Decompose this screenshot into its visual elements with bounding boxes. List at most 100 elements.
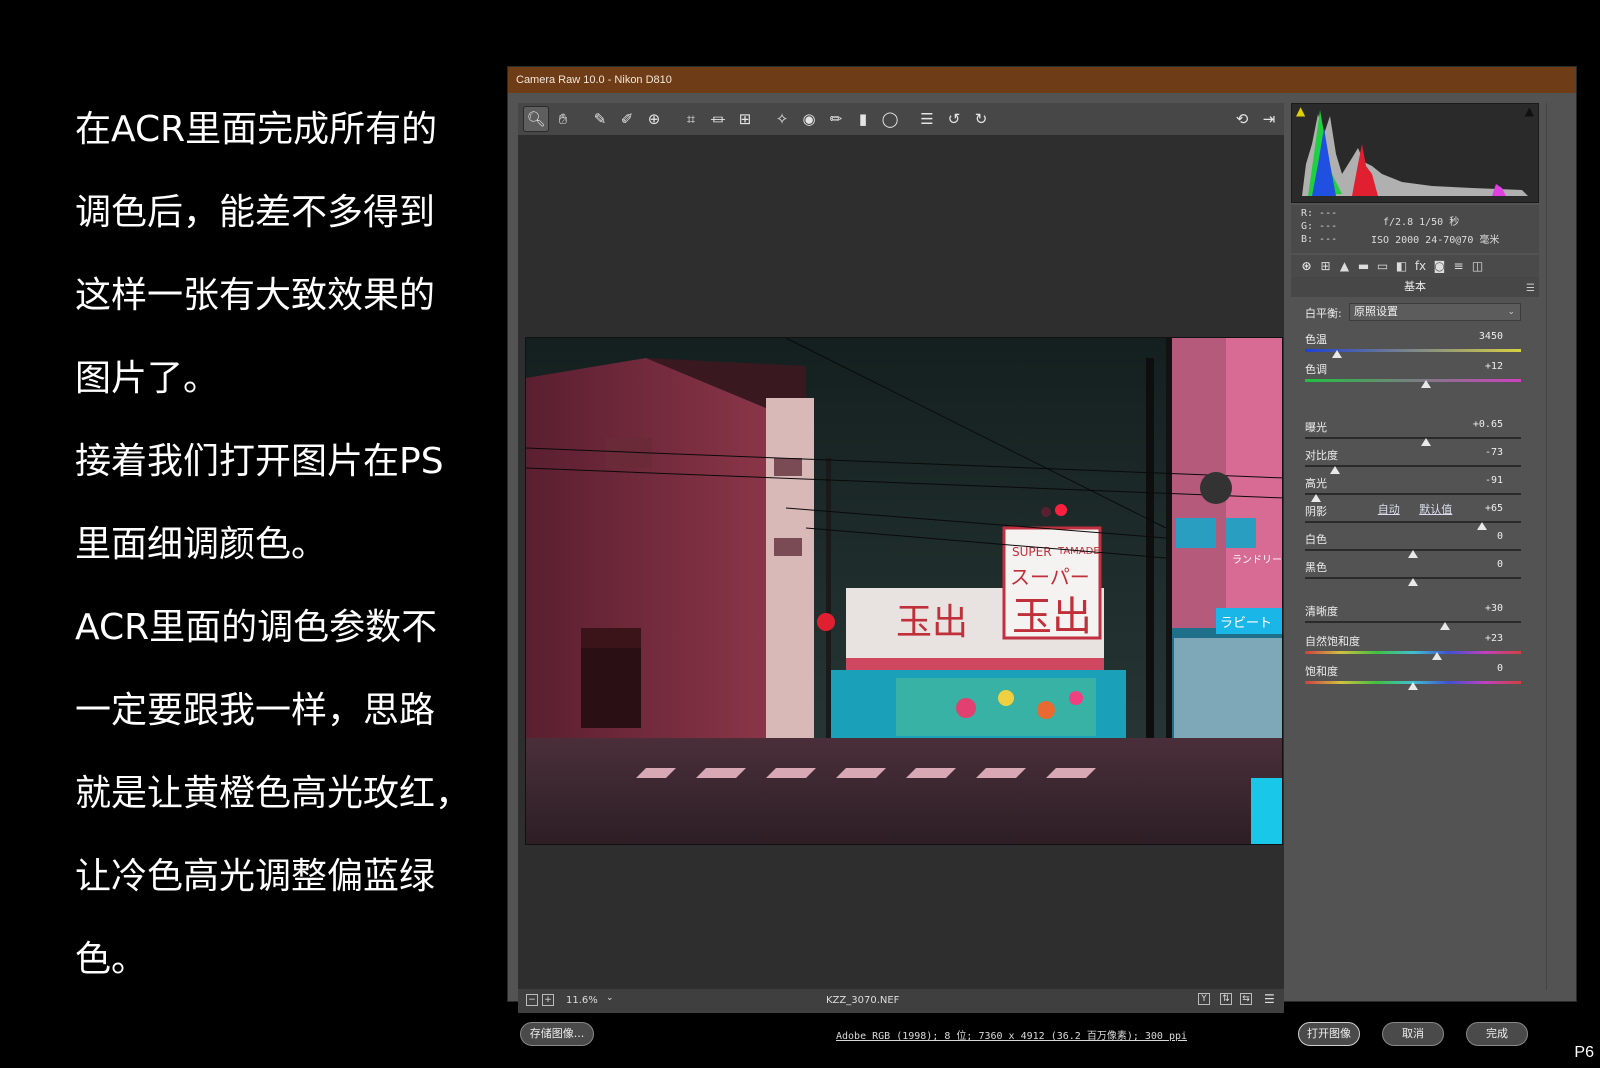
slider-value[interactable]: -73: [1485, 447, 1503, 458]
presets-tab-icon[interactable]: ≡: [1449, 259, 1468, 273]
slider-row: 清晰度 +30: [1305, 603, 1521, 631]
white-balance-select[interactable]: 原照设置 ⌄: [1349, 303, 1521, 321]
default-button[interactable]: 默认值: [1419, 503, 1452, 516]
snapshots-tab-icon[interactable]: ◫: [1468, 259, 1487, 273]
view-toggle-button[interactable]: Y: [1198, 993, 1210, 1005]
tone-curve-tab-icon[interactable]: ⊞: [1316, 259, 1335, 273]
graduated-filter-icon[interactable]: ▮: [851, 107, 875, 131]
hsl-tab-icon[interactable]: ▬: [1354, 259, 1373, 273]
slider-label: 色调: [1305, 363, 1327, 376]
auto-default-row: 自动 默认值: [1291, 501, 1539, 517]
slider-track[interactable]: [1305, 621, 1521, 623]
slider-thumb[interactable]: [1332, 350, 1343, 358]
window-title: Camera Raw 10.0 - Nikon D810: [508, 67, 1576, 93]
done-button[interactable]: 完成: [1466, 1022, 1528, 1046]
slider-value[interactable]: 0: [1497, 663, 1503, 674]
blue-sign-text: ラビート: [1220, 616, 1272, 631]
slider-track[interactable]: [1305, 437, 1521, 439]
slider-label: 色温: [1305, 333, 1327, 346]
spot-removal-icon[interactable]: ✧: [770, 107, 794, 131]
slider-track[interactable]: [1305, 493, 1521, 495]
auto-button[interactable]: 自动: [1378, 503, 1400, 516]
swap-icon[interactable]: ⇅: [1220, 993, 1232, 1005]
rotate-left-icon[interactable]: ↺: [942, 107, 966, 131]
basic-tab-icon[interactable]: ⊛: [1297, 259, 1316, 273]
lens-tab-icon[interactable]: ◧: [1392, 259, 1411, 273]
zoom-icon[interactable]: 🔍︎: [523, 106, 549, 132]
save-image-button[interactable]: 存储图像...: [520, 1022, 594, 1046]
slider-thumb[interactable]: [1431, 652, 1442, 660]
chevron-down-icon: ⌄: [1507, 307, 1515, 317]
slider-value[interactable]: 0: [1497, 559, 1503, 570]
slider-track[interactable]: [1305, 379, 1521, 382]
workflow-options-link[interactable]: Adobe RGB (1998); 8 位; 7360 x 4912 (36.2…: [836, 1027, 1187, 1042]
file-name: KZZ_3070.NEF: [826, 995, 900, 1006]
rotate-right-icon[interactable]: ↻: [969, 107, 993, 131]
zoom-dropdown-icon[interactable]: ⌄: [606, 993, 614, 1003]
red-eye-icon[interactable]: ◉: [797, 107, 821, 131]
slider-thumb[interactable]: [1330, 466, 1341, 474]
exif-info: R: --- G: --- B: --- f/2.8 1/50 秒 ISO 20…: [1291, 205, 1539, 253]
view-settings-icon[interactable]: ☰: [1264, 992, 1275, 1006]
preview-area[interactable]: ラビート ランドリー SUPER TAMADE スーパー 玉出 玉出: [518, 135, 1284, 990]
slider-label: 高光: [1305, 477, 1327, 490]
effects-tab-icon[interactable]: fx: [1411, 259, 1430, 273]
slider-thumb[interactable]: [1408, 550, 1418, 558]
export-icon[interactable]: ⇥: [1257, 107, 1281, 131]
slider-row: 饱和度 0: [1305, 663, 1521, 691]
detail-tab-icon[interactable]: ▲: [1335, 259, 1354, 273]
slider-row: 曝光 +0.65: [1305, 419, 1521, 447]
crop-icon[interactable]: ⌗: [679, 107, 703, 131]
open-image-button[interactable]: 打开图像: [1298, 1022, 1360, 1046]
slider-row: 色调 +12: [1305, 361, 1521, 389]
slider-value[interactable]: +23: [1485, 633, 1503, 644]
slider-value[interactable]: +30: [1485, 603, 1503, 614]
cancel-button[interactable]: 取消: [1382, 1022, 1444, 1046]
split-toning-tab-icon[interactable]: ▭: [1373, 259, 1392, 273]
slider-thumb[interactable]: [1440, 622, 1451, 630]
narration-line: 在ACR里面完成所有的: [75, 109, 438, 150]
preferences-icon[interactable]: ☰: [915, 107, 939, 131]
slider-thumb[interactable]: [1408, 578, 1418, 586]
slider-row: 黑色 0: [1305, 559, 1521, 587]
radial-filter-icon[interactable]: ◯: [878, 107, 902, 131]
aperture-shutter: f/2.8 1/50 秒: [1383, 217, 1460, 228]
slider-value[interactable]: +12: [1485, 361, 1503, 372]
slider-value[interactable]: 3450: [1479, 331, 1503, 342]
transform-icon[interactable]: ⊞: [733, 107, 757, 131]
adjustment-panel: ▲ ▲ R: --- G: --- B: --- f/2.8 1/50 秒 IS…: [1291, 103, 1539, 990]
right-edge-strip: [1546, 103, 1576, 990]
toggle-fullscreen-icon[interactable]: ⟲: [1230, 107, 1254, 131]
zoom-out-icon[interactable]: −: [526, 994, 538, 1006]
zoom-in-icon[interactable]: +: [542, 994, 554, 1006]
white-balance-value: 原照设置: [1354, 305, 1398, 318]
white-balance-icon[interactable]: ✎: [588, 107, 612, 131]
copy-settings-icon[interactable]: ⇆: [1240, 993, 1252, 1005]
narration-line: 图片了。: [75, 358, 220, 399]
slider-label: 对比度: [1305, 449, 1338, 462]
katakana-sign-text: スーパー: [1010, 565, 1090, 589]
left-sign-text: 玉出: [896, 602, 968, 643]
slider-track[interactable]: [1305, 521, 1521, 523]
slider-label: 曝光: [1305, 421, 1327, 434]
zoom-level[interactable]: 11.6%: [566, 995, 598, 1006]
slider-thumb[interactable]: [1420, 380, 1431, 388]
straighten-icon[interactable]: ⏛: [706, 107, 730, 131]
adjustment-brush-icon[interactable]: ✏: [824, 107, 848, 131]
slider-track[interactable]: [1305, 651, 1521, 654]
tool-bar: 🔍︎ ✋︎ ✎ ✐ ⊕ ⌗ ⏛ ⊞ ✧ ◉ ✏ ▮ ◯ ☰ ↺ ↻ ⟲ ⇥: [518, 103, 1284, 135]
targeted-adjust-icon[interactable]: ⊕: [642, 107, 666, 131]
histogram: ▲ ▲: [1291, 103, 1539, 203]
color-sampler-icon[interactable]: ✐: [615, 107, 639, 131]
slider-thumb[interactable]: [1477, 522, 1488, 530]
slider-value[interactable]: 0: [1497, 531, 1503, 542]
slider-thumb[interactable]: [1408, 682, 1418, 690]
panel-title: 基本 ☰: [1291, 277, 1539, 297]
panel-menu-icon[interactable]: ☰: [1526, 279, 1535, 299]
slider-thumb[interactable]: [1420, 438, 1431, 446]
photo-preview[interactable]: ラビート ランドリー SUPER TAMADE スーパー 玉出 玉出: [525, 337, 1283, 845]
slider-value[interactable]: +0.65: [1473, 419, 1503, 430]
calibration-tab-icon[interactable]: ◙: [1430, 259, 1449, 273]
hand-icon[interactable]: ✋︎: [551, 107, 575, 131]
slider-value[interactable]: -91: [1485, 475, 1503, 486]
